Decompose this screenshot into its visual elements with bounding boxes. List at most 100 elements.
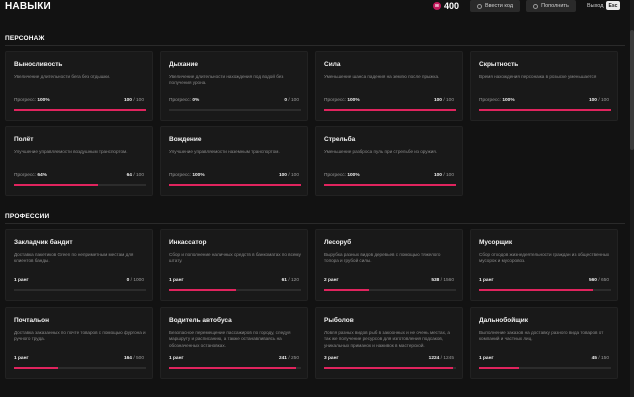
- enter-code-button[interactable]: Ввести код: [470, 0, 520, 12]
- skill-card[interactable]: Полёт Улучшение управляемости воздушным т…: [5, 126, 153, 196]
- progress-percent: 100%: [502, 98, 515, 103]
- profession-card[interactable]: Дальнобойщик Выполнение заказов на достав…: [470, 307, 618, 379]
- progress-percent: 0%: [192, 98, 200, 103]
- skill-card[interactable]: Выносливость Увеличение длительности бега…: [5, 51, 153, 121]
- card-description: Уменьшение шанса падения на землю после …: [324, 74, 440, 79]
- progress-bar: [324, 367, 456, 369]
- rank-value: 1 ранг: [169, 356, 184, 361]
- card-title: Лесоруб: [324, 239, 352, 246]
- progress-max: 100: [600, 98, 609, 103]
- skill-card[interactable]: Стрельба Уменьшение разброса пуль при стр…: [315, 126, 463, 196]
- topup-button[interactable]: Пополнить: [526, 0, 576, 12]
- progress-count: 100 / 100: [434, 173, 454, 178]
- card-title: Дальнобойщик: [479, 317, 528, 324]
- progress-max: 100: [290, 173, 299, 178]
- gift-icon: [476, 3, 482, 9]
- card-title: Сила: [324, 61, 341, 68]
- balance: м 400: [433, 0, 459, 12]
- progress-current: 100: [278, 173, 287, 178]
- skill-card[interactable]: Скрытность Время нахождения персонажа в р…: [470, 51, 618, 121]
- progress-max: 1000: [133, 278, 144, 283]
- card-title: Скрытность: [479, 61, 519, 68]
- progress-bar: [169, 109, 301, 111]
- plus-icon: [533, 3, 539, 9]
- card-description: Доставка пакетиков Green по неприметным …: [14, 252, 134, 264]
- card-description: Доставка заказанных по почте товаров с п…: [14, 330, 146, 342]
- progress-max: 500: [135, 356, 144, 361]
- rank-label: 2 ранг: [324, 278, 339, 283]
- skill-card[interactable]: Вождение Улучшение управляемости наземным…: [160, 126, 308, 196]
- card-description: Безопасное перемещение пассажиров по гор…: [169, 330, 291, 348]
- page-title: НАВЫКИ: [5, 1, 51, 12]
- progress-count: 45 / 150: [592, 356, 609, 361]
- profession-card[interactable]: Рыболов Ловля разных видов рыб в закоонны…: [315, 307, 463, 379]
- progress-bar: [14, 109, 146, 111]
- card-description: Улучшение управляемости воздушным трансп…: [14, 149, 128, 154]
- progress-percent: 100%: [37, 98, 50, 103]
- card-title: Водитель автобуса: [169, 317, 232, 324]
- progress-max: 1245: [443, 356, 454, 361]
- progress-count: 538 / 1560: [431, 278, 454, 283]
- profession-card[interactable]: Закладчик бандит Доставка пакетиков Green…: [5, 229, 153, 301]
- progress-count: 64 / 100: [127, 173, 144, 178]
- progress-current: 100: [433, 173, 442, 178]
- card-title: Почтальон: [14, 317, 50, 324]
- esc-button[interactable]: Esc: [606, 1, 620, 10]
- balance-value: 400: [444, 1, 460, 11]
- rank-value: 1 ранг: [14, 278, 29, 283]
- section-title-professions: ПРОФЕССИИ: [5, 213, 50, 220]
- progress-percent: 100%: [192, 173, 205, 178]
- divider: [5, 45, 625, 46]
- progress-caption: Прогресс:: [14, 98, 38, 103]
- profession-card[interactable]: Лесоруб Вырубка разных видов деревьев с п…: [315, 229, 463, 301]
- progress-count: 61 / 120: [282, 278, 299, 283]
- progress-current: 164: [123, 356, 132, 361]
- rank-label: 1 ранг: [479, 278, 494, 283]
- progress-current: 560: [588, 278, 597, 283]
- progress-bar: [324, 289, 456, 291]
- profession-card[interactable]: Мусорщик Сбор отходов жизнедеятельности г…: [470, 229, 618, 301]
- card-description: Уменьшение разброса пуль при стрельбе из…: [324, 149, 438, 154]
- progress-current: 241: [278, 356, 287, 361]
- card-description: Выполнение заказов на доставку разного в…: [479, 330, 604, 342]
- progress-max: 100: [445, 98, 454, 103]
- skill-card[interactable]: Дыхание Увеличение длительности нахождени…: [160, 51, 308, 121]
- card-description: Сбор и пополнение наличных средств в бан…: [169, 252, 301, 264]
- profession-card[interactable]: Инкассатор Сбор и пополнение наличных сре…: [160, 229, 308, 301]
- progress-count: 0 / 1000: [127, 278, 144, 283]
- progress-label: Прогресс: 100%: [14, 98, 50, 103]
- progress-caption: Прогресс:: [324, 173, 348, 178]
- scrollbar-thumb[interactable]: [630, 30, 634, 150]
- progress-max: 250: [290, 356, 299, 361]
- divider: [5, 223, 625, 224]
- progress-label: Прогресс: 100%: [324, 98, 360, 103]
- progress-bar-fill: [14, 367, 58, 369]
- progress-label: Прогресс: 0%: [169, 98, 199, 103]
- card-title: Дыхание: [169, 61, 198, 68]
- progress-max: 100: [290, 98, 299, 103]
- coin-icon: м: [433, 2, 441, 10]
- profession-card[interactable]: Водитель автобуса Безопасное перемещение …: [160, 307, 308, 379]
- progress-bar-fill: [169, 289, 237, 291]
- card-title: Инкассатор: [169, 239, 207, 246]
- progress-percent: 100%: [347, 173, 360, 178]
- profession-card[interactable]: Почтальон Доставка заказанных по почте то…: [5, 307, 153, 379]
- progress-caption: Прогресс:: [14, 173, 38, 178]
- card-title: Мусорщик: [479, 239, 513, 246]
- card-description: Увеличение длительности нахождения под в…: [169, 74, 284, 86]
- progress-max: 1560: [443, 278, 454, 283]
- progress-label: Прогресс: 100%: [324, 173, 360, 178]
- progress-bar: [324, 109, 456, 111]
- rank-value: 1 ранг: [479, 278, 494, 283]
- progress-count: 100 / 100: [434, 98, 454, 103]
- progress-label: Прогресс: 100%: [479, 98, 515, 103]
- progress-count: 0 / 100: [284, 98, 299, 103]
- progress-bar-fill: [324, 367, 454, 369]
- progress-bar-fill: [479, 367, 519, 369]
- progress-max: 100: [135, 173, 144, 178]
- skill-card[interactable]: Сила Уменьшение шанса падения на землю по…: [315, 51, 463, 121]
- card-title: Закладчик бандит: [14, 239, 73, 246]
- card-description: Сбор отходов жизнедеятельности граждан и…: [479, 252, 610, 264]
- progress-count: 1224 / 1245: [429, 356, 454, 361]
- progress-percent: 64%: [37, 173, 47, 178]
